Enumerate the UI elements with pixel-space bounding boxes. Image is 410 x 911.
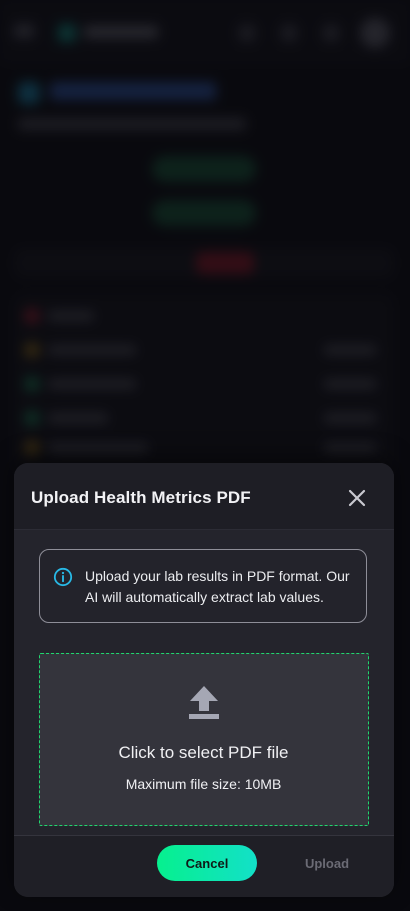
info-alert-text: Upload your lab results in PDF format. O… — [85, 568, 350, 605]
upload-pdf-modal: Upload Health Metrics PDF Upload your la… — [14, 463, 394, 897]
close-button[interactable] — [342, 483, 372, 513]
modal-header: Upload Health Metrics PDF — [14, 463, 394, 530]
dropzone-title: Click to select PDF file — [118, 743, 289, 762]
modal-body: Upload your lab results in PDF format. O… — [14, 530, 394, 830]
upload-arrow-icon — [189, 686, 219, 719]
modal-footer: Cancel Upload — [14, 835, 394, 897]
close-icon — [348, 489, 366, 507]
info-circle-icon — [53, 567, 73, 587]
info-alert: Upload your lab results in PDF format. O… — [39, 549, 367, 623]
pdf-file-dropzone[interactable]: Click to select PDF file Maximum file si… — [39, 653, 369, 826]
app-screen: Upload Health Metrics PDF Upload your la… — [0, 0, 410, 911]
modal-title: Upload Health Metrics PDF — [31, 488, 251, 507]
dropzone-size-limit: Maximum file size: 10MB — [125, 776, 282, 792]
cancel-button[interactable]: Cancel — [157, 845, 257, 881]
upload-button[interactable]: Upload — [294, 845, 360, 881]
